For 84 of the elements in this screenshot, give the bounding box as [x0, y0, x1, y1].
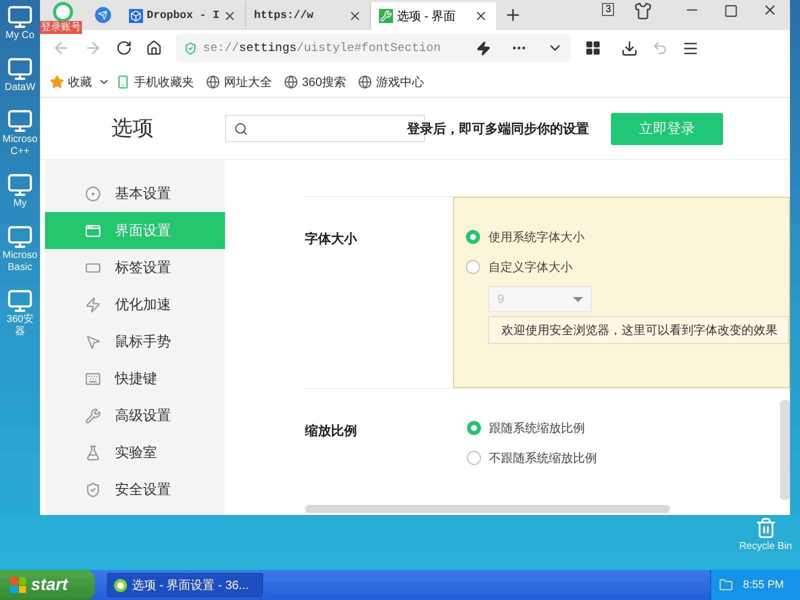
- section-heading: 字体大小: [305, 230, 358, 248]
- radio-button[interactable]: [467, 451, 481, 465]
- desktop-icon-label: Basic: [8, 262, 32, 274]
- sidebar-item[interactable]: 实验室: [45, 434, 225, 471]
- browser-logo-icon[interactable]: [52, 2, 72, 22]
- bookmark-item[interactable]: 游戏中心: [358, 72, 424, 90]
- recycle-bin-icon[interactable]: [754, 517, 777, 539]
- desktop-icon[interactable]: [7, 172, 33, 198]
- account-badge[interactable]: 登录账号: [40, 21, 82, 34]
- desktop-icon[interactable]: [7, 224, 33, 250]
- tab-title: 选项 - 界面: [397, 8, 457, 25]
- maximize-icon[interactable]: [724, 4, 738, 18]
- tab-favicon-icon: [379, 9, 393, 23]
- section-heading: 缩放比例: [305, 422, 358, 440]
- start-button[interactable]: start: [0, 570, 95, 600]
- horizontal-scrollbar[interactable]: [305, 505, 670, 513]
- shirt-icon[interactable]: [634, 2, 652, 20]
- lightning-icon[interactable]: [476, 40, 491, 56]
- secure-icon: [184, 42, 197, 54]
- apps-grid-icon[interactable]: [585, 40, 601, 56]
- desktop-icon-label: C++: [10, 146, 30, 158]
- sidebar-item[interactable]: 标签设置: [45, 249, 225, 286]
- sync-hint: 登录后，即可多端同步你的设置: [407, 120, 589, 138]
- sidebar-item[interactable]: 高级设置: [45, 397, 225, 434]
- tab-count[interactable]: 3: [602, 3, 614, 16]
- desktop-icon[interactable]: [7, 108, 33, 134]
- browser-logo-icon: [114, 578, 127, 592]
- radio-label: 不跟随系统缩放比例: [489, 450, 597, 467]
- desktop-icon-label: Recycle Bin: [739, 540, 792, 554]
- send-icon[interactable]: [95, 7, 111, 23]
- radio-label: 使用系统字体大小: [488, 229, 584, 246]
- tab-favicon-icon: [129, 9, 143, 23]
- security-icon: [85, 482, 101, 498]
- radio-label: 自定义字体大小: [488, 259, 572, 276]
- globe-icon: [206, 74, 220, 88]
- new-tab-icon[interactable]: [504, 6, 522, 24]
- radio-button[interactable]: [467, 421, 481, 435]
- url-text: se://settings/uistyle#fontSection: [203, 40, 442, 57]
- globe-icon: [358, 74, 372, 88]
- star-icon: [50, 74, 64, 88]
- close-icon[interactable]: [348, 9, 362, 23]
- windows-logo-icon: [10, 577, 26, 593]
- home-icon[interactable]: [146, 40, 162, 56]
- sidebar-item[interactable]: 优化加速: [45, 286, 225, 323]
- sidebar-item[interactable]: 鼠标手势: [45, 323, 225, 360]
- sidebar-item[interactable]: 快捷键: [45, 360, 225, 397]
- desktop-icon[interactable]: [7, 4, 33, 30]
- radio-button[interactable]: [466, 230, 480, 244]
- page-title: 选项: [110, 116, 154, 142]
- bookmark-item[interactable]: 手机收藏夹: [116, 72, 194, 90]
- bookmark-item[interactable]: 收藏: [50, 72, 92, 90]
- desktop-icon[interactable]: [7, 288, 33, 314]
- sidebar-item[interactable]: 基本设置: [45, 175, 225, 212]
- globe-icon: [284, 74, 298, 88]
- dropdown-caret-icon: [573, 296, 584, 302]
- tab-title: https://w: [254, 8, 314, 24]
- keys-icon: [85, 370, 101, 386]
- desktop-icon-label: My Co: [6, 30, 34, 42]
- desktop-icon-label: Microso: [2, 250, 38, 262]
- browser-tab[interactable]: Dropbox - I: [121, 2, 246, 30]
- radio-button[interactable]: [466, 260, 480, 274]
- vertical-scrollbar[interactable]: [780, 400, 790, 500]
- reload-icon[interactable]: [116, 40, 132, 56]
- bookmark-item[interactable]: 360搜索: [284, 72, 346, 90]
- phone-icon: [116, 74, 130, 88]
- desktop-icon-label: My: [13, 198, 27, 210]
- desktop-icon[interactable]: [7, 56, 33, 82]
- desktop-icon-label: Microso: [2, 134, 38, 146]
- taskbar-button[interactable]: 选项 - 界面设置 - 36...: [107, 573, 263, 597]
- address-bar[interactable]: se://settings/uistyle#fontSection: [176, 34, 571, 62]
- close-icon[interactable]: [223, 9, 237, 23]
- sidebar-item[interactable]: 安全设置: [45, 471, 225, 508]
- font-preview-text: 欢迎使用安全浏览器，这里可以看到字体改变的效果: [488, 316, 789, 344]
- search-icon: [234, 122, 248, 136]
- radio-label: 跟随系统缩放比例: [489, 420, 585, 437]
- desktop-icon-label: 器: [15, 326, 25, 338]
- desktop-icon-label: 360安: [6, 314, 34, 326]
- tab-title: Dropbox - I: [146, 8, 220, 24]
- clock: 8:55 PM: [743, 578, 784, 593]
- desktop-icon-label: DataW: [4, 82, 36, 94]
- browser-tab[interactable]: 选项 - 界面: [371, 2, 496, 30]
- close-icon[interactable]: [474, 9, 488, 23]
- bookmark-item[interactable]: 网址大全: [206, 72, 272, 90]
- download-icon[interactable]: [621, 40, 638, 56]
